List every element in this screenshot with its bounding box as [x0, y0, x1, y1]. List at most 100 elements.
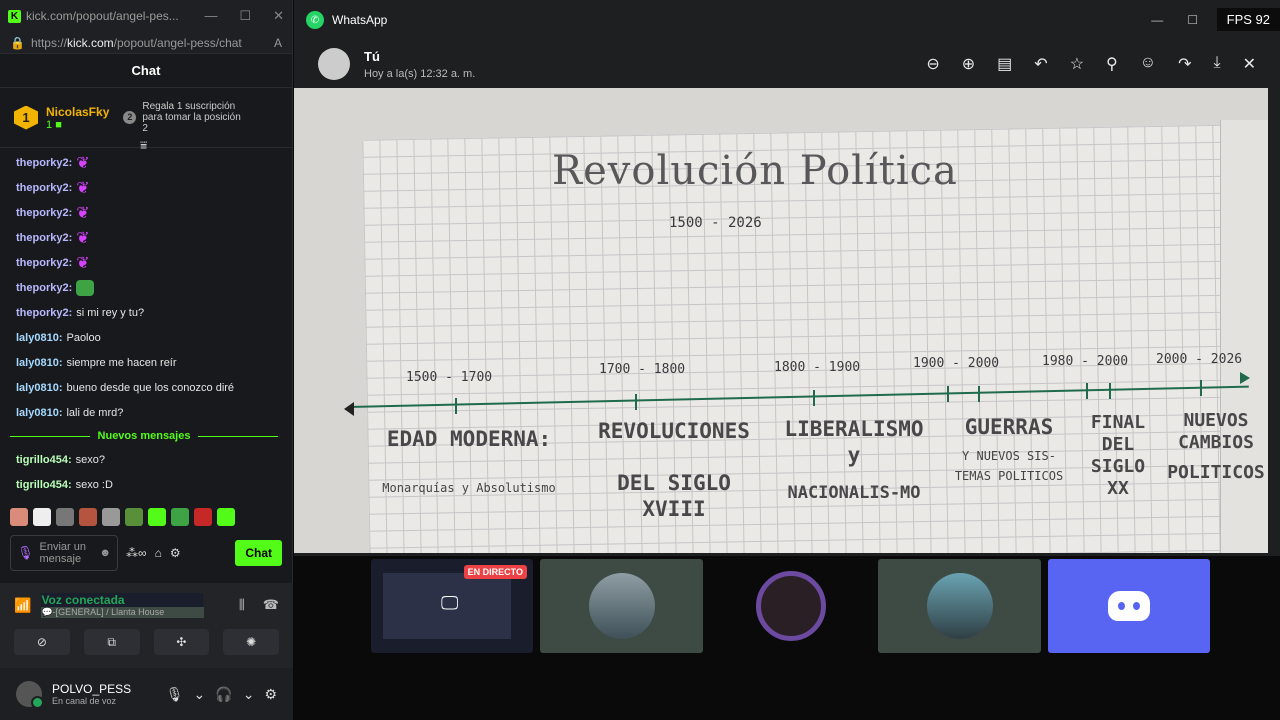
emote[interactable]	[102, 508, 120, 526]
chat-header: Chat	[0, 54, 292, 88]
avatar[interactable]	[16, 681, 44, 709]
rank-badge: 1	[14, 105, 38, 130]
reply-icon[interactable]: ↶	[1034, 54, 1047, 74]
call-tiles: 🖵 EN DIRECTO	[0, 559, 1280, 653]
heart-emote-icon: ❦	[76, 154, 90, 172]
react-icon[interactable]: ☺	[1140, 54, 1156, 74]
chat-message: theporky2: si mi rey y tu?	[16, 300, 288, 325]
chat-text: sexo :D	[75, 478, 113, 491]
username[interactable]: POLVO_PESS	[52, 682, 131, 696]
timeline-start-arrow	[344, 402, 354, 416]
emote[interactable]	[56, 508, 74, 526]
download-icon[interactable]: ⤓	[1214, 54, 1221, 74]
chat-text: lali de mrd?	[66, 406, 124, 419]
forward-icon[interactable]: ↷	[1178, 54, 1191, 74]
heart-emote-icon: ❦	[76, 204, 90, 222]
stream-tile[interactable]: 🖵 EN DIRECTO	[371, 559, 533, 653]
maximize-icon[interactable]: ☐	[239, 8, 251, 24]
lock-icon: 🔒	[10, 35, 25, 50]
close-icon[interactable]: ✕	[273, 8, 284, 24]
chat-username[interactable]: laly0810:	[16, 407, 62, 419]
chat-username[interactable]: laly0810:	[16, 357, 62, 369]
gear-icon[interactable]: ⚙	[264, 686, 277, 703]
heart-emote-icon: ❦	[76, 254, 90, 272]
url-prefix: https://	[30, 35, 67, 50]
maximize-icon[interactable]: ☐	[1187, 13, 1198, 27]
chat-message: laly0810: Paoloo	[16, 325, 288, 350]
chat-username[interactable]: theporky2:	[16, 207, 72, 219]
notebook-edge	[1220, 120, 1268, 553]
chat-message: theporky2: ❦	[16, 250, 288, 275]
chat-message: laly0810: siempre me hacen reír	[16, 350, 288, 375]
chat-username[interactable]: theporky2:	[16, 232, 72, 244]
chevron-down-icon[interactable]: ⌄	[243, 686, 255, 703]
participant-tile[interactable]	[709, 559, 872, 653]
emote[interactable]	[148, 508, 166, 526]
chat-messages: theporky2: ❦ theporky2: ❦ theporky2: ❦ thepork…	[0, 150, 288, 505]
avatar	[926, 573, 993, 639]
url-bar[interactable]: 🔒 https://kick.com/popout/angel-pess/cha…	[0, 32, 292, 54]
star-icon[interactable]: ☆	[1070, 54, 1084, 74]
emote[interactable]	[171, 508, 189, 526]
era-block: LIBERALISMO y NACIONALIS-MO	[784, 416, 924, 506]
chat-username[interactable]: laly0810:	[16, 382, 62, 394]
period-label: 1800 - 1900	[774, 360, 861, 375]
photo-title: Revolución Política	[552, 148, 958, 194]
era-title: NUEVOS CAMBIOS	[1178, 410, 1254, 453]
era-subtitle: Monarquías y Absolutismo	[382, 481, 556, 495]
store-icon[interactable]: ⌂	[155, 546, 162, 560]
chat-username[interactable]: theporky2:	[16, 307, 72, 319]
emoji-icon[interactable]: ☻	[99, 547, 111, 559]
participant-tile[interactable]	[878, 559, 1041, 653]
headphones-icon[interactable]: 🎧	[215, 686, 232, 703]
chat-text: bueno desde que los conozco diré	[66, 381, 235, 394]
chat-username[interactable]: tigrillo454:	[16, 479, 72, 491]
chat-text: Paoloo	[66, 331, 101, 344]
chat-username[interactable]: tigrillo454:	[16, 454, 72, 466]
emote[interactable]	[125, 508, 143, 526]
emote[interactable]	[10, 508, 28, 526]
chat-username[interactable]: theporky2:	[16, 157, 72, 169]
avatar	[755, 571, 826, 641]
pin-icon[interactable]: ⚲	[1106, 54, 1118, 74]
settings-icon[interactable]: ⚙	[170, 546, 181, 560]
reader-mode-icon[interactable]: A	[274, 36, 282, 50]
chat-username[interactable]: theporky2:	[16, 182, 72, 194]
new-messages-divider[interactable]: Nuevos mensajes	[10, 425, 278, 447]
emote[interactable]	[217, 508, 235, 526]
emote[interactable]	[194, 508, 212, 526]
gift-icon: ■	[55, 118, 62, 131]
fps-counter: FPS 92	[1216, 8, 1280, 31]
participant-tile[interactable]	[1048, 559, 1210, 653]
gift-leaderboard[interactable]: 1 NicolasFky 1 ■ 2 Regala 1 suscripción …	[0, 88, 292, 152]
chat-username[interactable]: theporky2:	[16, 257, 72, 269]
emote-picker-icon[interactable]: ⁂∞	[126, 546, 147, 560]
era-subtitle: POLITICOS	[1167, 462, 1265, 483]
era-subtitle: SIGLO XX	[1090, 456, 1146, 499]
minimize-icon[interactable]: —	[204, 8, 217, 24]
whatsapp-titlebar: ✆ WhatsApp — ☐	[294, 0, 1280, 40]
chevron-down-icon[interactable]: ⌄	[194, 686, 206, 703]
kick-tab-title: kick.com/popout/angel-pes...	[26, 9, 179, 23]
participant-tile[interactable]	[540, 559, 703, 653]
emote[interactable]	[33, 508, 51, 526]
emote-bar	[10, 508, 235, 526]
photo-years: 1500 - 2026	[669, 215, 762, 231]
minimize-icon[interactable]: —	[1151, 13, 1163, 27]
monitor-icon: 🖵	[441, 593, 459, 613]
avatar[interactable]	[318, 48, 350, 80]
timeline-end-arrow	[1240, 372, 1250, 384]
era-title: REVOLUCIONES	[598, 419, 750, 443]
close-icon[interactable]: ✕	[1243, 54, 1256, 74]
chat-username[interactable]: laly0810:	[16, 332, 62, 344]
mic-icon[interactable]: 🎙	[17, 546, 34, 559]
zoom-in-icon[interactable]: ⊕	[962, 54, 975, 74]
microphone-icon[interactable]: 🎙	[166, 686, 184, 703]
chat-username[interactable]: theporky2:	[16, 282, 72, 294]
go-to-message-icon[interactable]: ▤	[997, 54, 1012, 74]
timestamp: Hoy a la(s) 12:32 a. m.	[364, 67, 476, 80]
zoom-out-icon[interactable]: ⊖	[926, 54, 939, 74]
chat-message: tigrillo454: sexo :D	[16, 472, 288, 497]
emote[interactable]	[79, 508, 97, 526]
era-block: NUEVOS CAMBIOS POLITICOS	[1166, 410, 1266, 484]
